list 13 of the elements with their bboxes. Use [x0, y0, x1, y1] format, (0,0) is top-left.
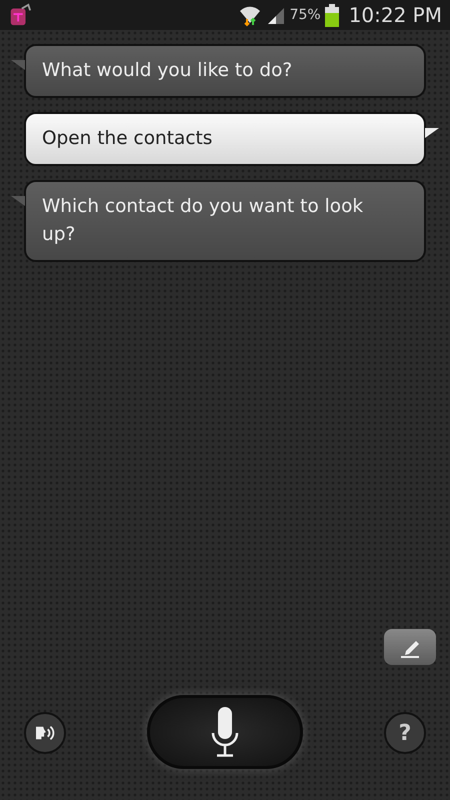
speaker-button[interactable]	[24, 712, 66, 754]
bubble-tail	[11, 60, 25, 70]
microphone-button[interactable]	[147, 695, 303, 769]
battery-icon	[324, 3, 339, 27]
microphone-icon	[210, 707, 240, 757]
bubble-tail	[425, 128, 439, 138]
battery-percent: 75%	[290, 7, 321, 23]
tag-icon	[8, 3, 32, 27]
help-button[interactable]: ?	[384, 712, 426, 754]
speaking-head-icon	[34, 724, 56, 742]
clock: 10:22 PM	[348, 3, 442, 27]
bubble-tail	[11, 196, 25, 206]
edit-button[interactable]	[384, 629, 436, 665]
